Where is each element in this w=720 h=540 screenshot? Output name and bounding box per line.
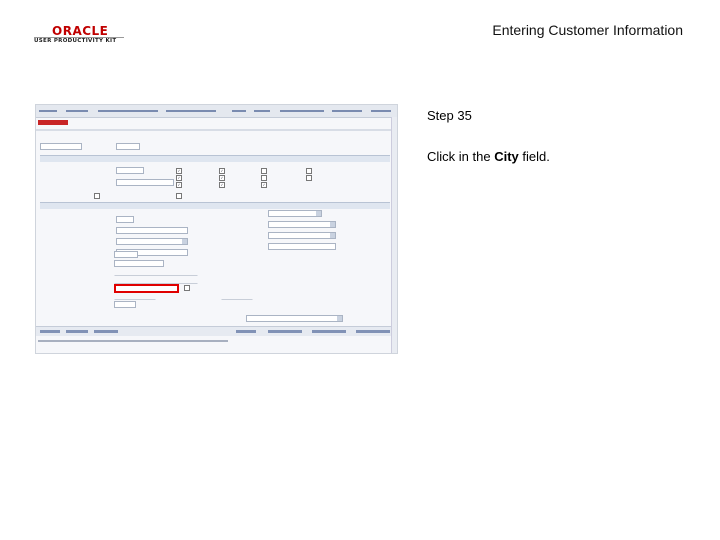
nav-item — [66, 110, 88, 112]
form-field — [114, 293, 156, 300]
toolbar-button — [40, 330, 60, 333]
dropdown — [268, 221, 336, 228]
application-screenshot: ✓ ✓ ✓ ✓ ✓ ✓ ✓ — [35, 104, 398, 354]
step-instruction: Click in the City field. — [427, 149, 550, 164]
toolbar-button — [236, 330, 256, 333]
form-field — [268, 243, 336, 250]
app-header-line — [36, 129, 397, 131]
dropdown — [116, 238, 188, 245]
section-header — [40, 202, 390, 209]
form-field — [114, 269, 198, 276]
nav-item — [332, 110, 362, 112]
form-field — [114, 301, 136, 308]
logo-kit-text: USER PRODUCTIVITY KIT — [34, 38, 117, 44]
scrollbar — [391, 117, 397, 353]
checkbox: ✓ — [219, 182, 225, 188]
oracle-upk-logo: ORACLE USER PRODUCTIVITY KIT — [34, 24, 124, 46]
nav-item — [98, 110, 158, 112]
toolbar-button — [66, 330, 88, 333]
checkbox: ✓ — [219, 168, 225, 174]
slide-title: Entering Customer Information — [492, 22, 683, 38]
nav-item — [280, 110, 324, 112]
checkbox: ✓ — [219, 175, 225, 181]
form-field — [114, 251, 138, 258]
app-nav-bar — [36, 105, 397, 118]
search-field — [40, 143, 82, 150]
checkbox: ✓ — [261, 182, 267, 188]
form-field — [221, 293, 253, 300]
instruction-field-name: City — [494, 149, 519, 164]
checkbox — [261, 175, 267, 181]
app-brand-logo — [38, 119, 70, 127]
dropdown — [268, 210, 322, 217]
nav-item — [371, 110, 391, 112]
nav-item — [254, 110, 270, 112]
checkbox — [94, 193, 100, 199]
section-header — [40, 155, 390, 162]
app-toolbar — [36, 326, 397, 336]
logo-oracle-text: ORACLE — [52, 24, 109, 38]
toolbar-button — [356, 330, 390, 333]
nav-item — [166, 110, 216, 112]
instruction-suffix: field. — [518, 149, 550, 164]
checkbox: ✓ — [176, 168, 182, 174]
checkbox — [176, 193, 182, 199]
checkbox: ✓ — [176, 175, 182, 181]
instruction-prefix: Click in the — [427, 149, 495, 164]
dropdown — [268, 232, 336, 239]
checkbox: ✓ — [176, 182, 182, 188]
checkbox — [184, 285, 190, 291]
form-field — [116, 167, 144, 174]
form-field — [114, 277, 198, 284]
city-field-highlight — [114, 284, 179, 293]
toolbar-button — [94, 330, 118, 333]
checkbox — [306, 175, 312, 181]
form-field — [114, 260, 164, 267]
dropdown — [246, 315, 343, 322]
footer-text — [38, 340, 228, 342]
checkbox — [306, 168, 312, 174]
search-field — [116, 143, 140, 150]
form-field — [116, 216, 134, 223]
toolbar-button — [268, 330, 302, 333]
nav-item — [232, 110, 246, 112]
form-field — [116, 227, 188, 234]
app-brand-icon — [38, 120, 68, 125]
nav-item — [39, 110, 57, 112]
checkbox — [261, 168, 267, 174]
toolbar-button — [312, 330, 346, 333]
form-field — [116, 179, 174, 186]
step-label: Step 35 — [427, 108, 472, 123]
